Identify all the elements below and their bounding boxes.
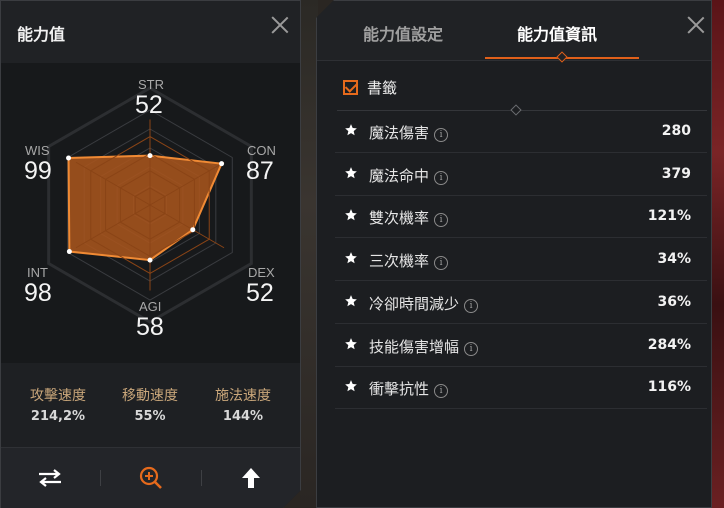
close-info-panel-button[interactable] [685, 14, 707, 36]
stat-row: 雙次機率 i 121% [335, 196, 707, 239]
zoom-button[interactable] [131, 460, 171, 496]
stat-row: 技能傷害增幅 i 284% [335, 325, 707, 367]
info-icon[interactable]: i [434, 213, 449, 228]
info-icon[interactable]: i [434, 128, 449, 142]
close-stats-panel-button[interactable] [269, 14, 291, 36]
stat-value: 34% [657, 251, 691, 268]
stat-name: 三次機率 i [369, 250, 449, 271]
stats-panel-header: 能力值 [1, 1, 300, 63]
stat-name-text: 魔法命中 [369, 166, 430, 185]
stat-row: 魔法命中 i 379 [335, 154, 707, 196]
stat-value: 284% [647, 336, 691, 353]
attack-speed-label: 攻擊速度 [30, 388, 86, 404]
dex-value: 52 [246, 279, 274, 307]
footer-divider [201, 470, 202, 486]
stat-value: 36% [657, 293, 691, 310]
str-label: STR [138, 77, 164, 92]
upgrade-arrow-icon [240, 466, 262, 490]
cast-speed-value: 144% [222, 409, 264, 424]
stat-value: 379 [661, 165, 691, 182]
star-icon [345, 294, 357, 307]
stat-name-text: 雙次機率 [369, 209, 430, 228]
stats-panel-title: 能力值 [17, 25, 66, 44]
int-label: INT [27, 265, 48, 280]
agi-value: 58 [136, 313, 164, 341]
stat-name: 冷卻時間減少 i [369, 293, 479, 314]
wis-value: 99 [24, 157, 52, 185]
stat-value: 280 [661, 123, 691, 139]
move-speed-label: 移動速度 [122, 388, 178, 404]
dex-label: DEX [248, 265, 275, 280]
star-icon [345, 124, 357, 136]
radar-point-wis [66, 155, 71, 160]
footer-divider [100, 470, 101, 486]
info-icon[interactable]: i [434, 256, 449, 271]
radar-point-int [67, 249, 72, 254]
stat-name: 衝擊抗性 i [369, 378, 449, 399]
radar-point-con [219, 161, 224, 166]
info-icon[interactable]: i [464, 298, 479, 313]
stat-name-text: 冷卻時間減少 [369, 294, 460, 313]
info-icon[interactable]: i [464, 341, 479, 356]
star-icon [345, 337, 357, 349]
str-value: 52 [135, 91, 163, 119]
con-label: CON [247, 143, 276, 158]
stat-name-text: 三次機率 [369, 252, 430, 271]
stat-row: 衝擊抗性 i 116% [335, 367, 707, 410]
star-icon [345, 252, 357, 264]
tab-stat-info[interactable]: 能力值資訊 [517, 21, 597, 45]
star-icon [345, 209, 357, 221]
attack-speed-value: 214,2% [30, 409, 86, 424]
swap-button[interactable] [30, 460, 70, 496]
cast-speed-label: 施法速度 [215, 388, 271, 404]
background-scene-right [710, 0, 724, 508]
stat-value: 116% [647, 379, 691, 396]
active-tab-ornament [556, 51, 568, 63]
agi-label: AGI [139, 299, 162, 314]
bookmark-checkbox[interactable] [343, 80, 358, 95]
speed-stats: 攻擊速度 214,2% 移動速度 55% 施法速度 144% [1, 385, 300, 437]
info-icon[interactable]: i [434, 170, 449, 185]
stat-name: 魔法傷害 i [369, 122, 449, 143]
stat-name-text: 技能傷害增幅 [369, 337, 460, 356]
upgrade-button[interactable] [231, 460, 271, 496]
stats-panel: 能力值 STR 52 CON 87 DEX 52 AGI 58 INT 98 W… [0, 0, 301, 508]
radar-chart: STR 52 CON 87 DEX 52 AGI 58 INT 98 WIS 9… [1, 63, 300, 363]
info-icon[interactable]: i [434, 384, 449, 399]
zoom-in-icon [138, 465, 164, 491]
radar-point-agi [148, 258, 153, 263]
cast-speed: 施法速度 144% [193, 385, 293, 424]
stat-value: 121% [647, 208, 691, 225]
stat-name: 魔法命中 i [369, 165, 449, 186]
swap-icon [37, 468, 63, 488]
stat-info-panel: 能力值設定 能力值資訊 書籤 魔法傷害 i 280 魔法命中 i 379 雙次機率 i 121%… [316, 0, 712, 508]
stat-row: 三次機率 i 34% [335, 239, 707, 282]
bookmark-label: 書籤 [367, 79, 398, 97]
star-icon [345, 166, 357, 178]
con-value: 87 [246, 157, 274, 185]
stat-name-text: 魔法傷害 [369, 124, 430, 142]
bookmark-toggle[interactable]: 書籤 [343, 77, 397, 98]
tab-stat-settings[interactable]: 能力值設定 [363, 21, 443, 45]
stat-name: 技能傷害增幅 i [369, 336, 479, 357]
wis-label: WIS [25, 143, 50, 158]
star-icon [345, 380, 357, 392]
stat-name-text: 衝擊抗性 [369, 380, 430, 399]
move-speed: 移動速度 55% [100, 385, 200, 424]
tab-bar: 能力值設定 能力值資訊 [317, 1, 711, 63]
stat-row: 魔法傷害 i 280 [335, 111, 707, 153]
radar-point-dex [190, 227, 195, 232]
radar-point-str [148, 153, 153, 158]
stats-panel-footer [1, 447, 300, 508]
move-speed-value: 55% [134, 409, 166, 424]
attack-speed: 攻擊速度 214,2% [8, 385, 108, 424]
stat-row: 冷卻時間減少 i 36% [335, 282, 707, 324]
background-scene [300, 0, 318, 508]
int-value: 98 [24, 279, 52, 307]
stat-name: 雙次機率 i [369, 207, 449, 228]
